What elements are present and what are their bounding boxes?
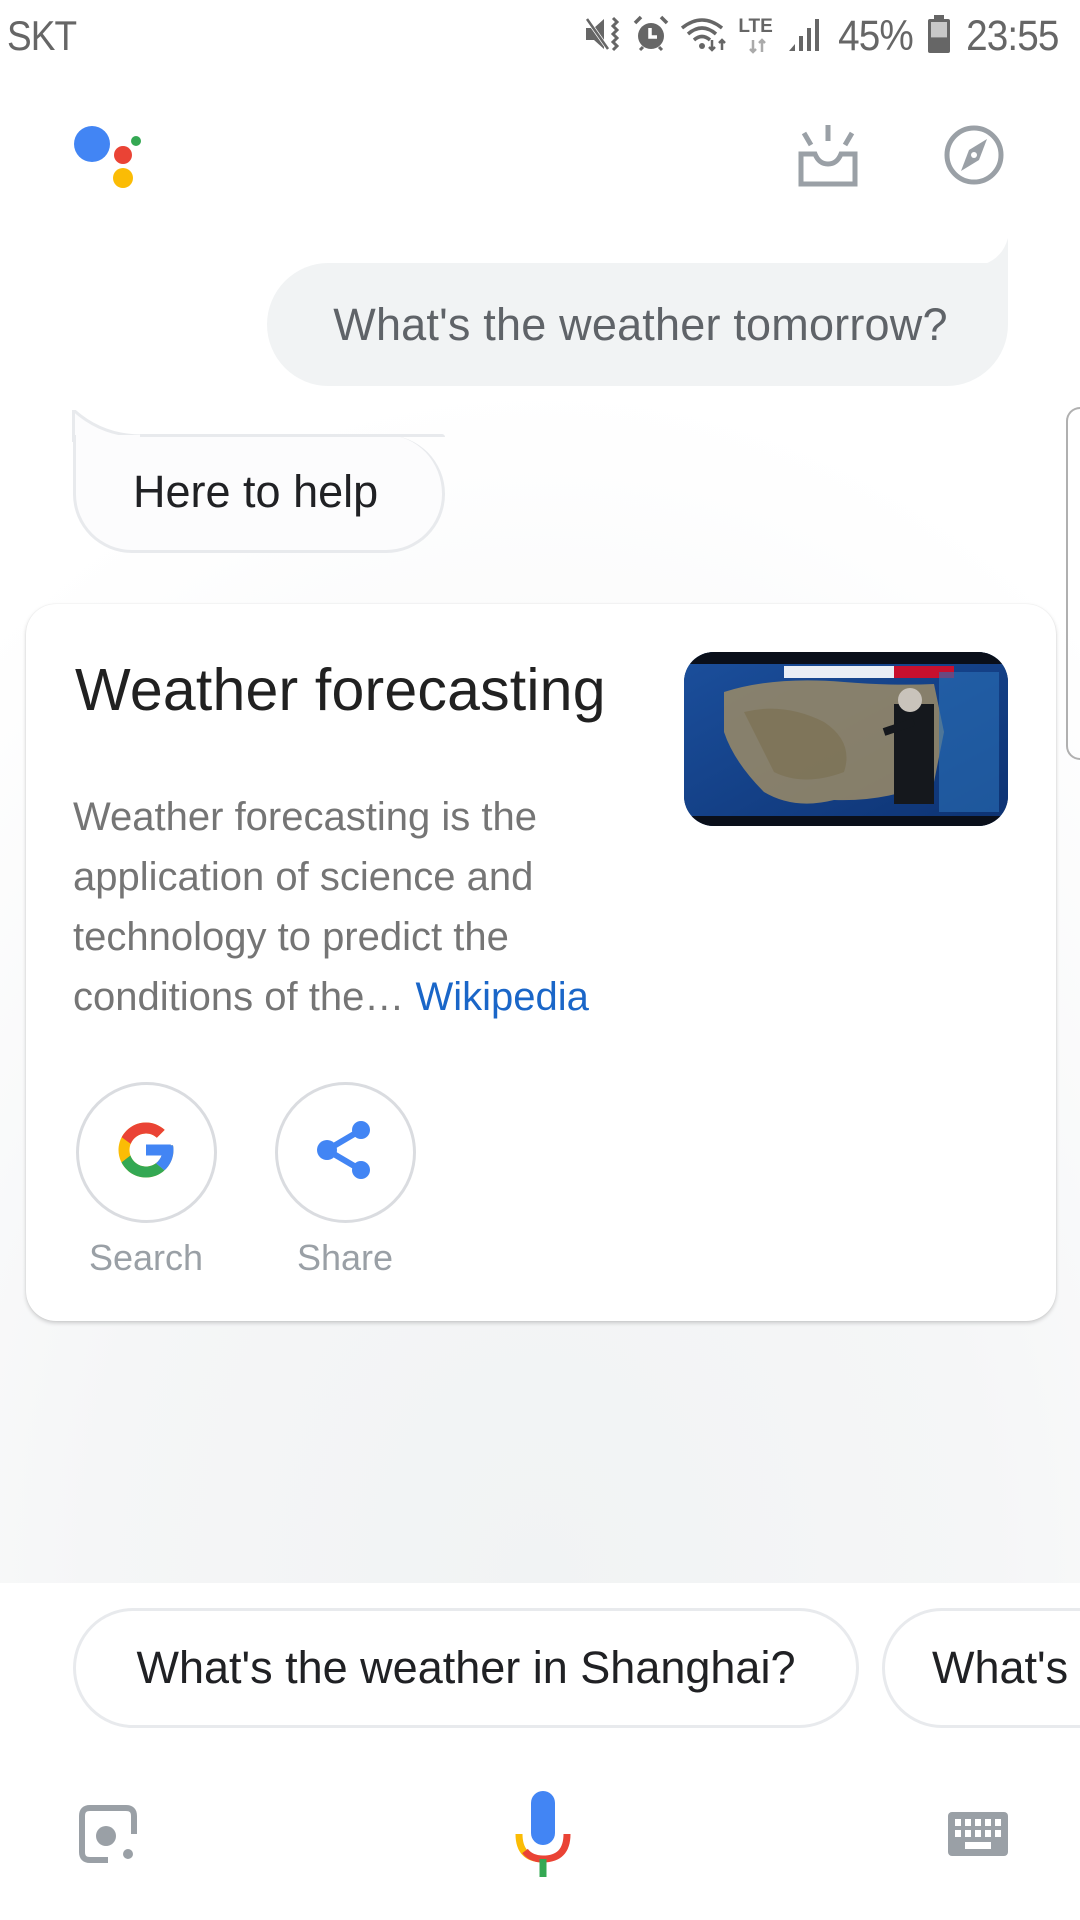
carrier-name: SKT [7,12,77,59]
suggestion-chip[interactable]: What's [882,1608,1080,1728]
google-lens-icon [76,1802,140,1871]
battery-percent: 45% [838,11,914,60]
assistant-reply-text: Here to help [133,466,379,517]
google-lens-button[interactable] [72,1800,144,1872]
clock: 23:55 [966,11,1060,60]
explore-button[interactable] [939,122,1009,192]
battery-icon [927,14,951,58]
card-title: Weather forecasting [75,657,606,723]
search-action-button[interactable] [75,1082,217,1223]
microphone-button[interactable] [503,1790,583,1882]
vibrate-mute-icon [584,16,622,57]
share-action[interactable]: Share [272,1082,418,1279]
wifi-icon [680,16,728,57]
share-action-button[interactable] [274,1082,416,1223]
edge-panel-handle[interactable] [1066,407,1080,760]
share-icon [315,1119,375,1186]
updates-tray-icon [796,123,860,192]
keyboard-button[interactable] [942,1804,1014,1868]
user-query-bubble: What's the weather tomorrow? [267,263,1008,386]
keyboard-icon [947,1811,1009,1862]
status-icons: LTE 45% 23:55 [584,12,1064,60]
suggestion-chip[interactable]: What's the weather in Shanghai? [73,1608,859,1728]
search-action[interactable]: Search [73,1082,219,1279]
share-action-label: Share [296,1237,394,1278]
signal-icon [788,16,824,57]
updates-tray-button[interactable] [793,122,863,192]
suggestion-chip-text: What's the weather in Shanghai? [136,1642,796,1693]
wikipedia-link[interactable]: Wikipedia [415,975,588,1019]
microphone-icon [511,1789,575,1884]
user-query-text: What's the weather tomorrow? [333,298,948,350]
weather-forecast-thumbnail[interactable] [684,652,1008,826]
alarm-icon [632,15,670,58]
status-bar: SKT LTE 45% 23:55 [0,0,1080,72]
suggestion-chip-text: What's [932,1642,1069,1693]
card-description: Weather forecasting is the application o… [73,787,633,1027]
google-assistant-logo [72,124,144,188]
lte-label: LTE [738,16,773,37]
reply-bubble-top-border [140,434,445,437]
google-g-icon [113,1117,179,1188]
search-action-label: Search [88,1237,204,1278]
lte-icon: LTE [738,16,778,56]
compass-icon [942,123,1006,192]
